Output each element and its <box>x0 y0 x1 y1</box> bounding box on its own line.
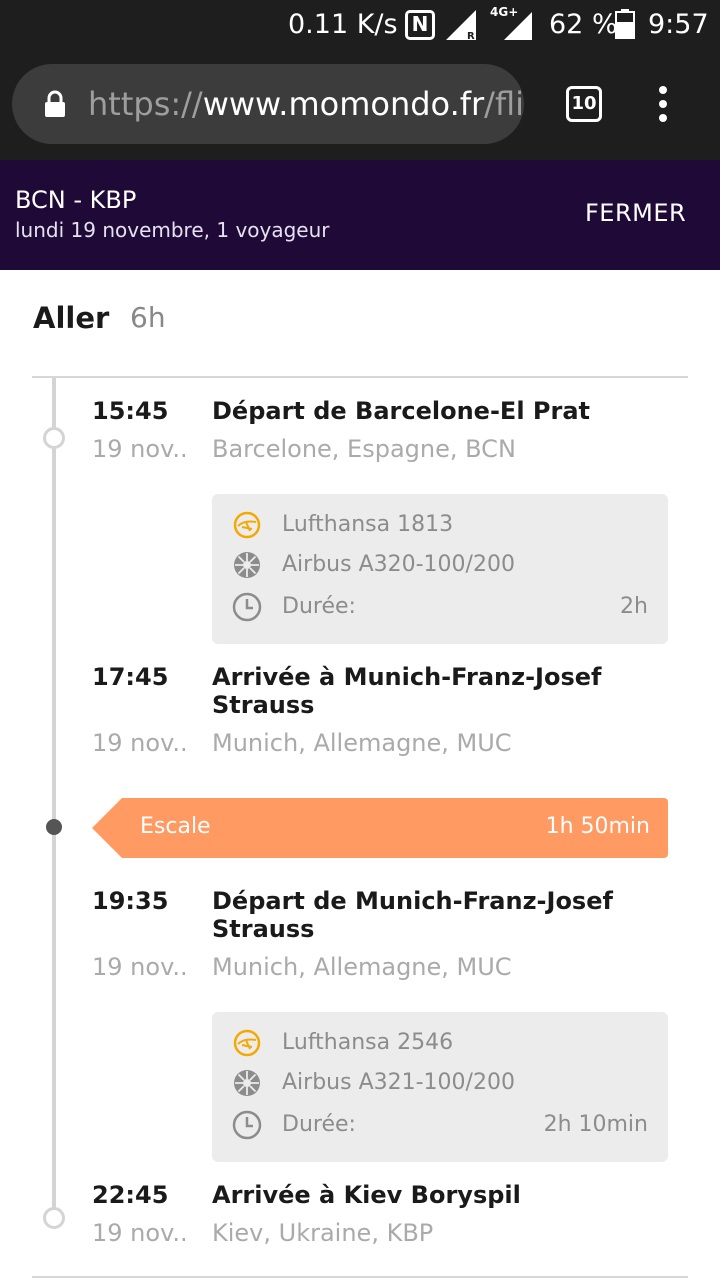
total-duration: 6h <box>130 301 166 334</box>
tab-switcher-button[interactable]: 10 <box>566 86 602 122</box>
departure-date: 19 nov.. <box>92 953 188 981</box>
airline-row: Lufthansa 1813 <box>232 508 648 542</box>
arrival-airport: Arrivée à Munich-Franz-Josef Strauss <box>212 663 602 719</box>
flight-info-card: Lufthansa 2546 Airbus A321-100/200 Durée… <box>212 1012 668 1162</box>
duration-row: Durée: 2h <box>232 590 648 624</box>
departure-airport: Départ de Barcelone-El Prat <box>212 397 590 425</box>
trip-subtitle: lundi 19 novembre, 1 voyageur <box>15 218 330 242</box>
departure-location: Barcelone, Espagne, BCN <box>212 435 516 463</box>
nfc-icon: N <box>405 10 435 40</box>
engine-icon <box>234 1070 260 1096</box>
aircraft-row: Airbus A320-100/200 <box>232 548 648 582</box>
engine-icon <box>234 552 260 578</box>
url-bar[interactable]: https://www.momondo.fr/flig <box>12 64 524 144</box>
arrival-time: 17:45 <box>92 663 169 691</box>
arrival-location: Kiev, Ukraine, KBP <box>212 1219 434 1247</box>
arrival-time: 22:45 <box>92 1181 169 1209</box>
close-button[interactable]: FERMER <box>585 198 686 228</box>
departure-date: 19 nov.. <box>92 435 188 463</box>
arrival-airport: Arrivée à Kiev Boryspil <box>212 1181 521 1209</box>
timeline-node-arrival <box>43 1207 65 1229</box>
flight-duration: 2h 10min <box>543 1112 648 1137</box>
flight-details-header: BCN - KBP lundi 19 novembre, 1 voyageur … <box>0 160 720 270</box>
departure-time: 15:45 <box>92 397 169 425</box>
lufthansa-crane-icon <box>233 1029 261 1057</box>
url-host: www.momondo.fr <box>202 85 485 123</box>
layover-body: Escale 1h 50min <box>122 798 668 858</box>
signal-icon-2 <box>504 12 532 40</box>
departure-time: 19:35 <box>92 887 169 915</box>
timeline-node-layover <box>46 819 62 835</box>
airline-flight: Lufthansa 1813 <box>282 512 454 537</box>
layover-banner: Escale 1h 50min <box>92 798 668 858</box>
lock-icon <box>45 90 65 117</box>
duration-label: Durée: <box>282 1112 356 1137</box>
battery-icon <box>615 9 635 39</box>
layover-label: Escale <box>140 814 211 839</box>
duration-row: Durée: 2h 10min <box>232 1108 648 1142</box>
layover-duration: 1h 50min <box>545 814 650 839</box>
clock-icon <box>232 592 262 622</box>
divider <box>32 376 688 378</box>
aircraft-type: Airbus A320-100/200 <box>282 552 515 577</box>
arrival-location: Munich, Allemagne, MUC <box>212 729 512 757</box>
network-speed: 0.11 K/s <box>288 9 398 40</box>
arrival-date: 19 nov.. <box>92 1219 188 1247</box>
url-scheme: https:// <box>88 85 203 123</box>
url-path: /flig <box>484 85 524 123</box>
svg-text:R: R <box>467 31 475 40</box>
layover-arrow <box>92 798 122 858</box>
aircraft-type: Airbus A321-100/200 <box>282 1070 515 1095</box>
lufthansa-crane-icon <box>233 511 261 539</box>
departure-location: Munich, Allemagne, MUC <box>212 953 512 981</box>
airline-flight: Lufthansa 2546 <box>282 1030 454 1055</box>
duration-label: Durée: <box>282 594 356 619</box>
url-text[interactable]: https://www.momondo.fr/flig <box>88 84 524 124</box>
timeline-node-departure <box>43 427 65 449</box>
route-title: BCN - KBP <box>15 186 137 214</box>
browser-toolbar: https://www.momondo.fr/flig 10 <box>0 50 720 160</box>
status-bar: 0.11 K/s N R 4G+ 62 % 9:57 <box>0 0 720 50</box>
battery-percent: 62 % <box>549 9 618 40</box>
flight-info-card: Lufthansa 1813 Airbus A320-100/200 Durée… <box>212 494 668 644</box>
aircraft-row: Airbus A321-100/200 <box>232 1066 648 1100</box>
arrival-date: 19 nov.. <box>92 729 188 757</box>
signal-icon: R <box>446 10 476 40</box>
flight-duration: 2h <box>620 594 648 619</box>
clock-time: 9:57 <box>648 9 709 40</box>
divider-bottom <box>32 1276 688 1278</box>
airline-row: Lufthansa 2546 <box>232 1026 648 1060</box>
timeline-line-2 <box>52 828 56 1208</box>
departure-airport: Départ de Munich-Franz-Josef Strauss <box>212 887 613 943</box>
overflow-menu-icon[interactable] <box>656 86 670 126</box>
direction-label: Aller <box>33 301 110 335</box>
clock-icon <box>232 1110 262 1140</box>
